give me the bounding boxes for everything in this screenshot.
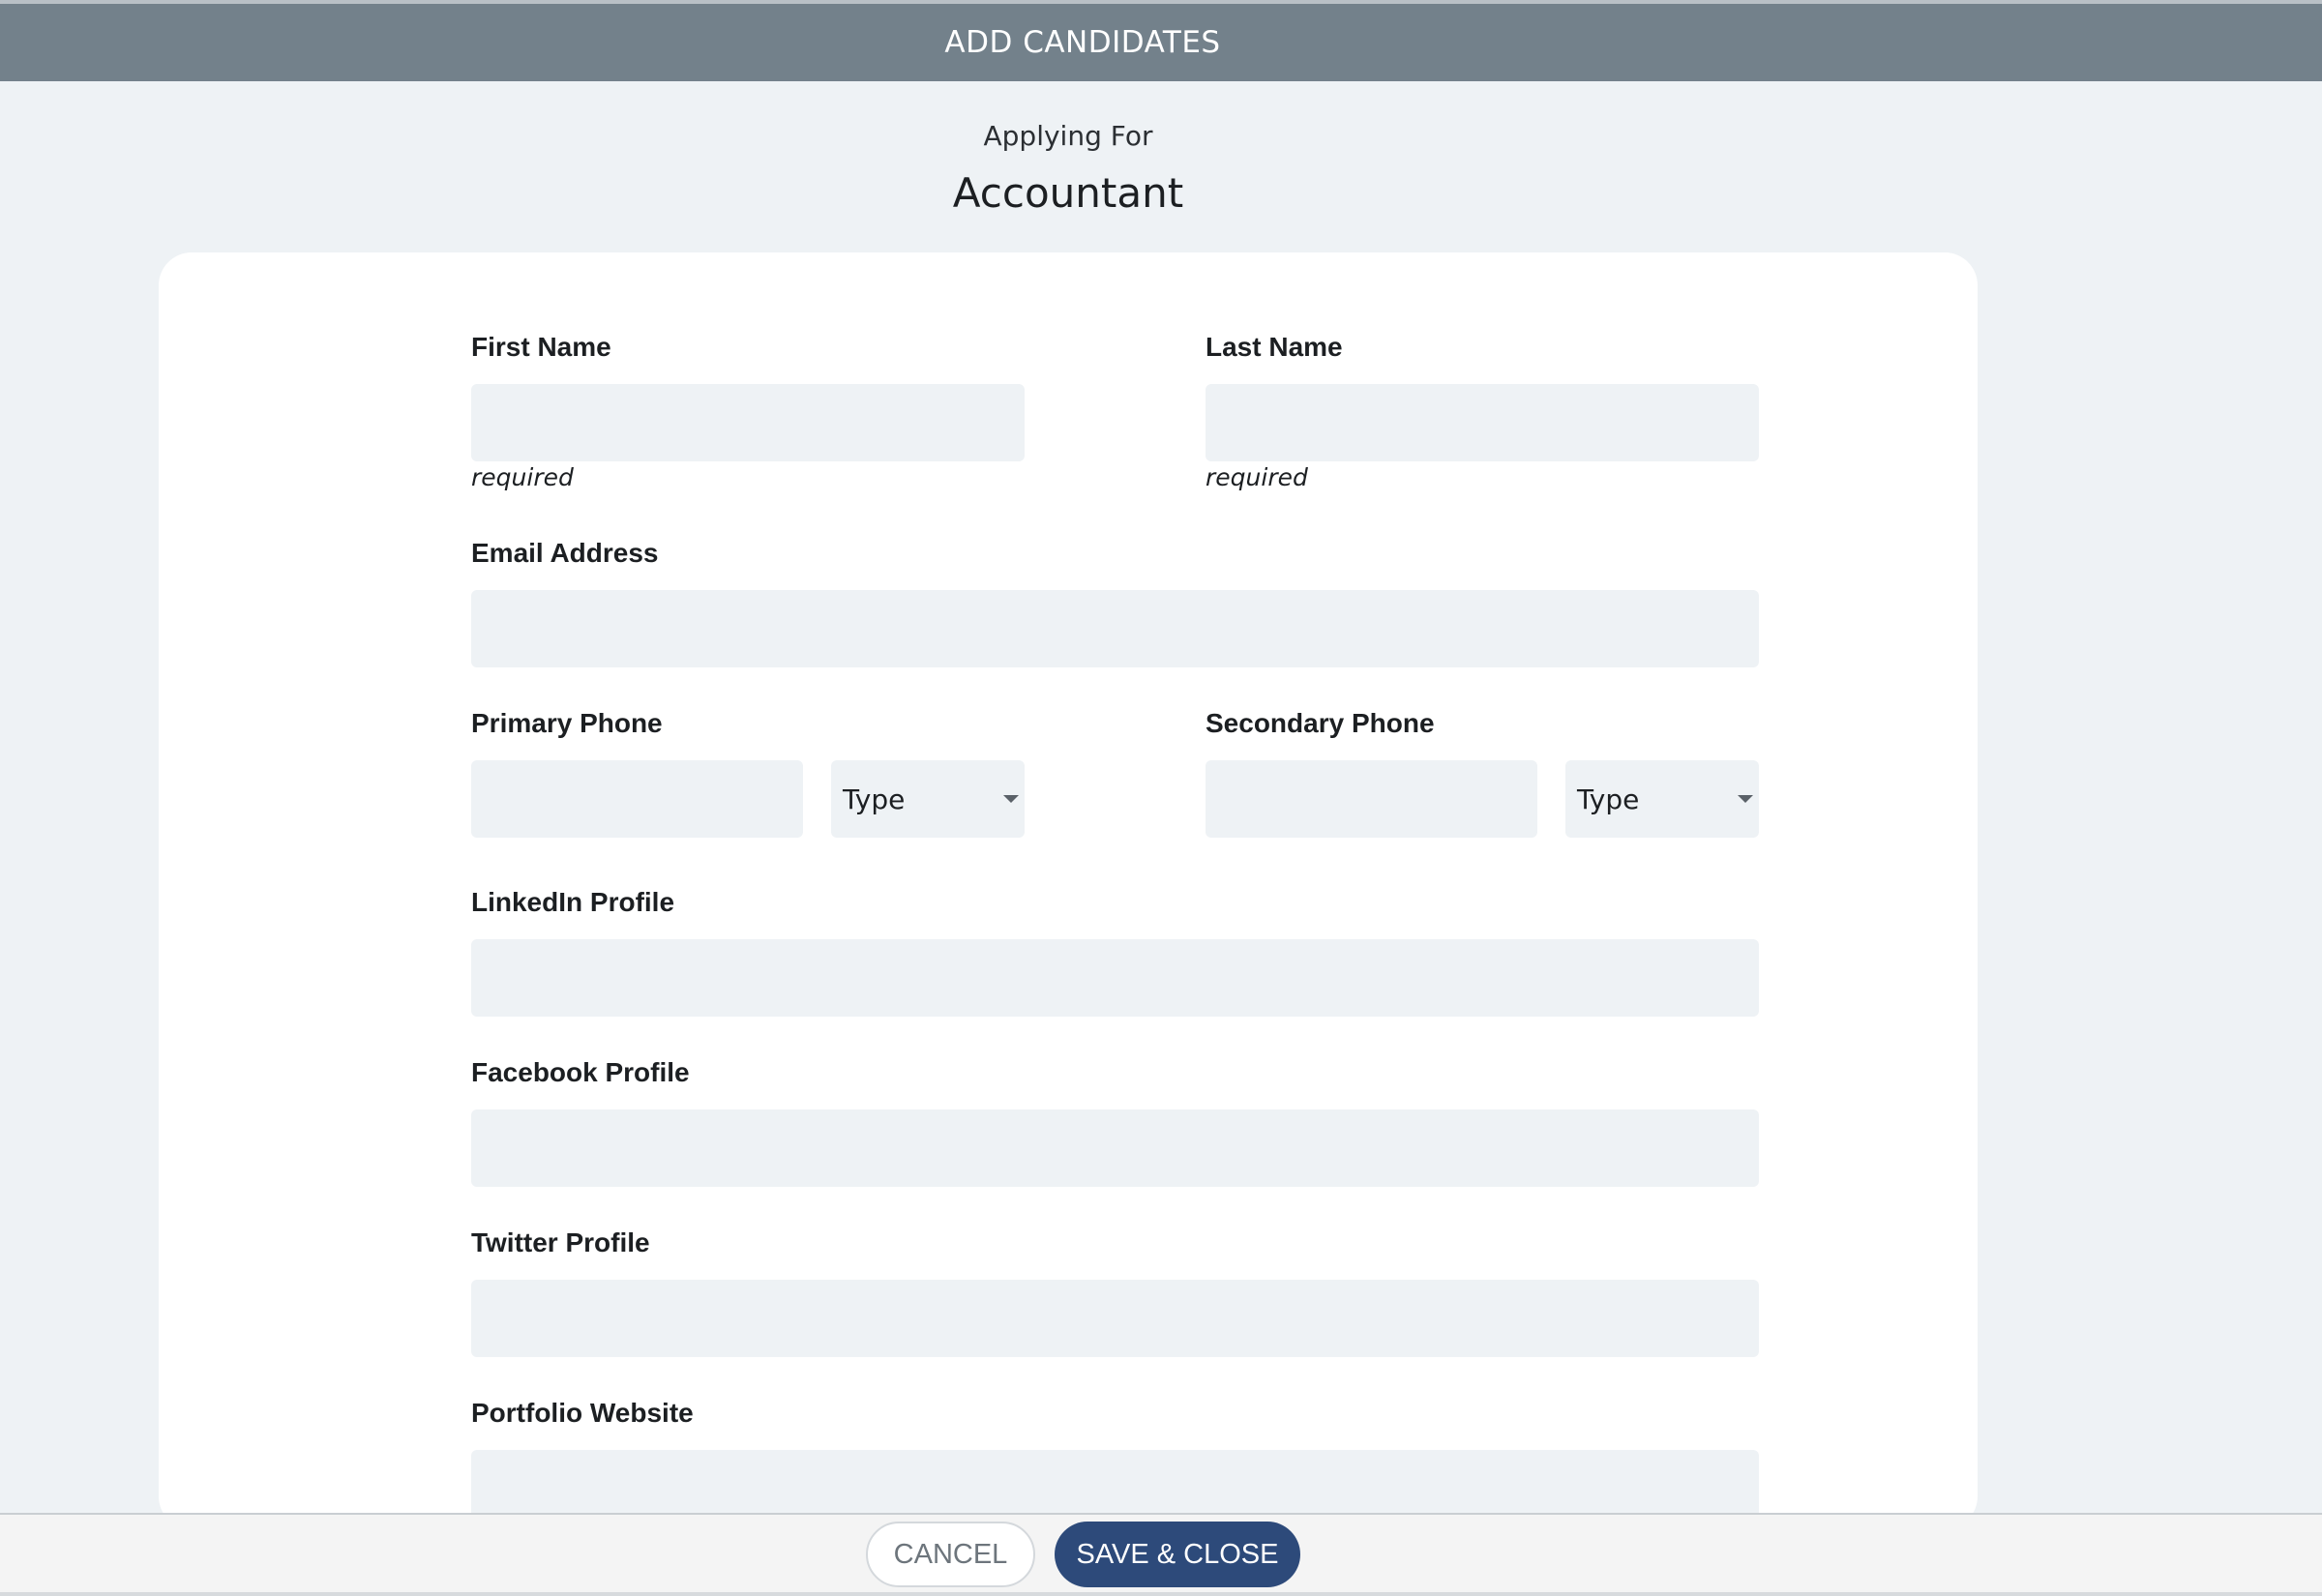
- first-name-required-hint: required: [471, 463, 574, 491]
- modal-title: ADD CANDIDATES: [944, 25, 1221, 60]
- secondary-phone-input[interactable]: [1206, 760, 1537, 838]
- secondary-phone-type-value: Type: [1577, 783, 1640, 815]
- secondary-phone-type-select[interactable]: Type: [1565, 760, 1759, 838]
- email-input[interactable]: [471, 590, 1759, 667]
- first-name-label: First Name: [471, 332, 611, 362]
- primary-phone-type-value: Type: [843, 783, 906, 815]
- caret-down-icon: [1003, 795, 1019, 803]
- last-name-label: Last Name: [1206, 332, 1343, 362]
- portfolio-label: Portfolio Website: [471, 1398, 694, 1428]
- linkedin-label: LinkedIn Profile: [471, 887, 675, 917]
- bottom-border: [0, 1592, 2322, 1596]
- primary-phone-input[interactable]: [471, 760, 803, 838]
- facebook-label: Facebook Profile: [471, 1057, 690, 1087]
- save-and-close-button[interactable]: SAVE & CLOSE: [1055, 1522, 1300, 1587]
- cancel-button[interactable]: CANCEL: [866, 1522, 1035, 1587]
- caret-down-icon: [1738, 795, 1753, 803]
- facebook-input[interactable]: [471, 1109, 1759, 1187]
- job-title: Accountant: [952, 169, 1184, 217]
- last-name-required-hint: required: [1206, 463, 1308, 491]
- last-name-input[interactable]: [1206, 384, 1759, 461]
- primary-phone-type-select[interactable]: Type: [831, 760, 1025, 838]
- applying-for-label: Applying For: [983, 120, 1153, 152]
- linkedin-input[interactable]: [471, 939, 1759, 1017]
- modal-header: ADD CANDIDATES: [0, 4, 2322, 81]
- email-label: Email Address: [471, 538, 659, 568]
- twitter-label: Twitter Profile: [471, 1227, 650, 1257]
- primary-phone-label: Primary Phone: [471, 708, 663, 738]
- twitter-input[interactable]: [471, 1280, 1759, 1357]
- first-name-input[interactable]: [471, 384, 1025, 461]
- secondary-phone-label: Secondary Phone: [1206, 708, 1435, 738]
